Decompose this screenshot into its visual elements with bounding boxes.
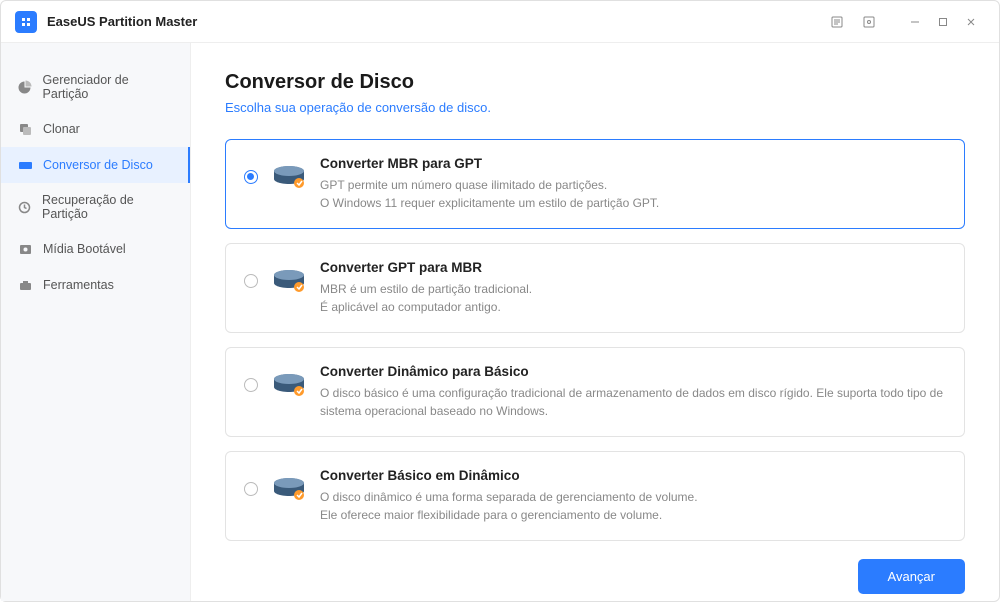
- option-desc: O disco dinâmico é uma forma separada de…: [320, 488, 946, 524]
- tools-icon: [17, 277, 33, 293]
- sidebar-item-disk-converter[interactable]: Conversor de Disco: [1, 147, 190, 183]
- app-title: EaseUS Partition Master: [47, 14, 197, 29]
- sidebar-item-label: Clonar: [43, 122, 80, 136]
- app-logo-icon: [15, 11, 37, 33]
- option-desc: O disco básico é uma configuração tradic…: [320, 384, 946, 420]
- sidebar-item-label: Recuperação de Partição: [42, 193, 174, 221]
- sidebar-item-label: Ferramentas: [43, 278, 114, 292]
- option-desc: GPT permite um número quase ilimitado de…: [320, 176, 946, 212]
- radio-icon[interactable]: [244, 482, 258, 496]
- close-button[interactable]: [957, 8, 985, 36]
- option-title: Converter Básico em Dinâmico: [320, 468, 946, 483]
- disk-graphic-icon: [272, 164, 306, 190]
- option-title: Converter Dinâmico para Básico: [320, 364, 946, 379]
- boot-icon: [17, 241, 33, 257]
- footer: Avançar: [225, 541, 965, 594]
- sidebar: Gerenciador de Partição Clonar Conversor…: [1, 43, 191, 601]
- maximize-button[interactable]: [929, 8, 957, 36]
- sidebar-item-partition-recovery[interactable]: Recuperação de Partição: [1, 183, 190, 231]
- option-mbr-to-gpt[interactable]: Converter MBR para GPT GPT permite um nú…: [225, 139, 965, 229]
- option-title: Converter MBR para GPT: [320, 156, 946, 171]
- titlebar: EaseUS Partition Master: [1, 1, 999, 43]
- titlebar-right: [825, 8, 985, 36]
- sidebar-item-label: Conversor de Disco: [43, 158, 153, 172]
- disk-icon: [17, 157, 33, 173]
- titlebar-left: EaseUS Partition Master: [15, 11, 197, 33]
- option-desc: MBR é um estilo de partição tradicional.…: [320, 280, 946, 316]
- page-subtitle: Escolha sua operação de conversão de dis…: [225, 100, 965, 115]
- clone-icon: [17, 121, 33, 137]
- radio-icon[interactable]: [244, 274, 258, 288]
- radio-icon[interactable]: [244, 170, 258, 184]
- disk-graphic-icon: [272, 372, 306, 398]
- main-content: Conversor de Disco Escolha sua operação …: [191, 43, 999, 601]
- tasks-icon[interactable]: [825, 10, 849, 34]
- sidebar-item-tools[interactable]: Ferramentas: [1, 267, 190, 303]
- disk-graphic-icon: [272, 476, 306, 502]
- disk-graphic-icon: [272, 268, 306, 294]
- option-basic-to-dynamic[interactable]: Converter Básico em Dinâmico O disco din…: [225, 451, 965, 541]
- sidebar-item-label: Mídia Bootável: [43, 242, 126, 256]
- settings-icon[interactable]: [857, 10, 881, 34]
- recover-icon: [17, 199, 32, 215]
- sidebar-item-bootable-media[interactable]: Mídia Bootável: [1, 231, 190, 267]
- option-text: Converter Dinâmico para Básico O disco b…: [320, 364, 946, 420]
- option-dynamic-to-basic[interactable]: Converter Dinâmico para Básico O disco b…: [225, 347, 965, 437]
- option-text: Converter GPT para MBR MBR é um estilo d…: [320, 260, 946, 316]
- page-title: Conversor de Disco: [225, 71, 965, 94]
- window-controls: [901, 8, 985, 36]
- options-list: Converter MBR para GPT GPT permite um nú…: [225, 139, 965, 541]
- option-text: Converter MBR para GPT GPT permite um nú…: [320, 156, 946, 212]
- sidebar-item-clone[interactable]: Clonar: [1, 111, 190, 147]
- minimize-button[interactable]: [901, 8, 929, 36]
- pie-icon: [17, 79, 33, 95]
- option-gpt-to-mbr[interactable]: Converter GPT para MBR MBR é um estilo d…: [225, 243, 965, 333]
- option-text: Converter Básico em Dinâmico O disco din…: [320, 468, 946, 524]
- radio-icon[interactable]: [244, 378, 258, 392]
- sidebar-item-label: Gerenciador de Partição: [43, 73, 174, 101]
- next-button[interactable]: Avançar: [858, 559, 965, 594]
- sidebar-item-partition-manager[interactable]: Gerenciador de Partição: [1, 63, 190, 111]
- option-title: Converter GPT para MBR: [320, 260, 946, 275]
